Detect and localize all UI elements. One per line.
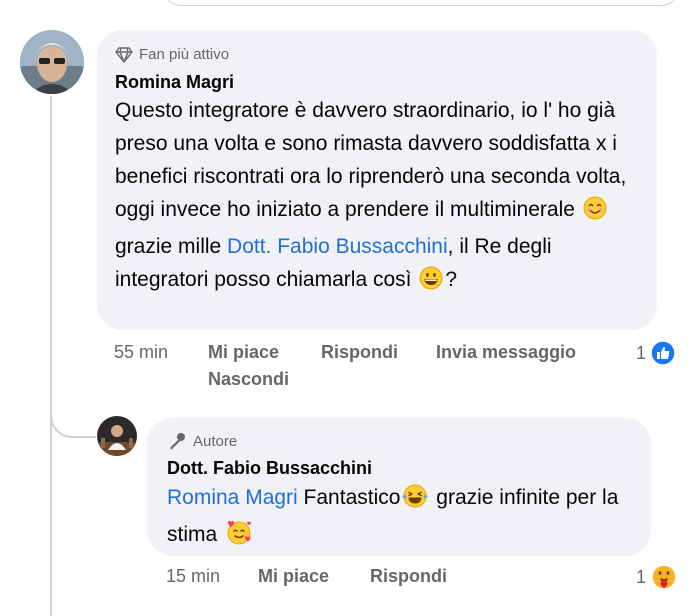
like-button[interactable]: Mi piace xyxy=(208,342,279,363)
reply-reactions[interactable]: 1 xyxy=(636,563,678,591)
comment-text-part: grazie mille xyxy=(115,235,228,258)
care-icon xyxy=(651,564,677,590)
comment-bubble: Fan più attivo Romina Magri Questo integ… xyxy=(97,30,657,330)
reply-text-part: Fantastico xyxy=(297,486,401,509)
reply-connector xyxy=(50,392,96,438)
reply-button[interactable]: Rispondi xyxy=(370,566,447,587)
badge-label: Autore xyxy=(193,432,238,450)
hide-button[interactable]: Nascondi xyxy=(208,369,289,390)
smiling-face-emoji-icon xyxy=(583,196,607,230)
grinning-face-emoji-icon xyxy=(419,266,443,300)
comment-actions: 55 min Mi piace Rispondi Invia messaggio… xyxy=(0,342,700,398)
comment-text-part: ? xyxy=(445,268,457,291)
reaction-count: 1 xyxy=(636,342,647,363)
comment-input-box[interactable] xyxy=(160,0,682,6)
reply-button[interactable]: Rispondi xyxy=(321,342,398,363)
reaction-count: 1 xyxy=(636,566,647,587)
like-button[interactable]: Mi piace xyxy=(258,566,329,587)
reply-actions: 15 min Mi piace Rispondi xyxy=(0,566,700,592)
comment-time[interactable]: 55 min xyxy=(114,342,168,363)
microphone-icon xyxy=(170,433,185,450)
comment-reactions[interactable]: 1 xyxy=(636,340,676,366)
badge-label: Fan più attivo xyxy=(139,46,230,63)
reply-time[interactable]: 15 min xyxy=(166,566,220,587)
mention-link[interactable]: Dott. Fabio Bussacchini xyxy=(227,235,448,258)
smiling-face-with-hearts-emoji-icon xyxy=(225,519,253,555)
avatar-fabio[interactable] xyxy=(97,416,137,456)
like-icon xyxy=(650,340,676,366)
diamond-icon xyxy=(115,46,133,63)
author-badge: Autore xyxy=(167,432,237,450)
top-fan-badge: Fan più attivo xyxy=(115,46,229,63)
comment-text: Questo integratore è davvero straordinar… xyxy=(115,94,645,300)
avatar-romina[interactable] xyxy=(20,30,84,94)
laughing-tears-emoji-icon xyxy=(402,484,428,518)
mention-link[interactable]: Romina Magri xyxy=(167,486,298,509)
reply-text: Romina Magri Fantastico grazie infinite … xyxy=(167,481,642,555)
comment-text-part: Questo integratore è davvero straordinar… xyxy=(115,99,627,221)
comment-author[interactable]: Romina Magri xyxy=(115,72,234,93)
reply-author[interactable]: Dott. Fabio Bussacchini xyxy=(167,458,372,479)
reply-bubble: Autore Dott. Fabio Bussacchini Romina Ma… xyxy=(147,418,651,556)
send-message-button[interactable]: Invia messaggio xyxy=(436,342,576,363)
